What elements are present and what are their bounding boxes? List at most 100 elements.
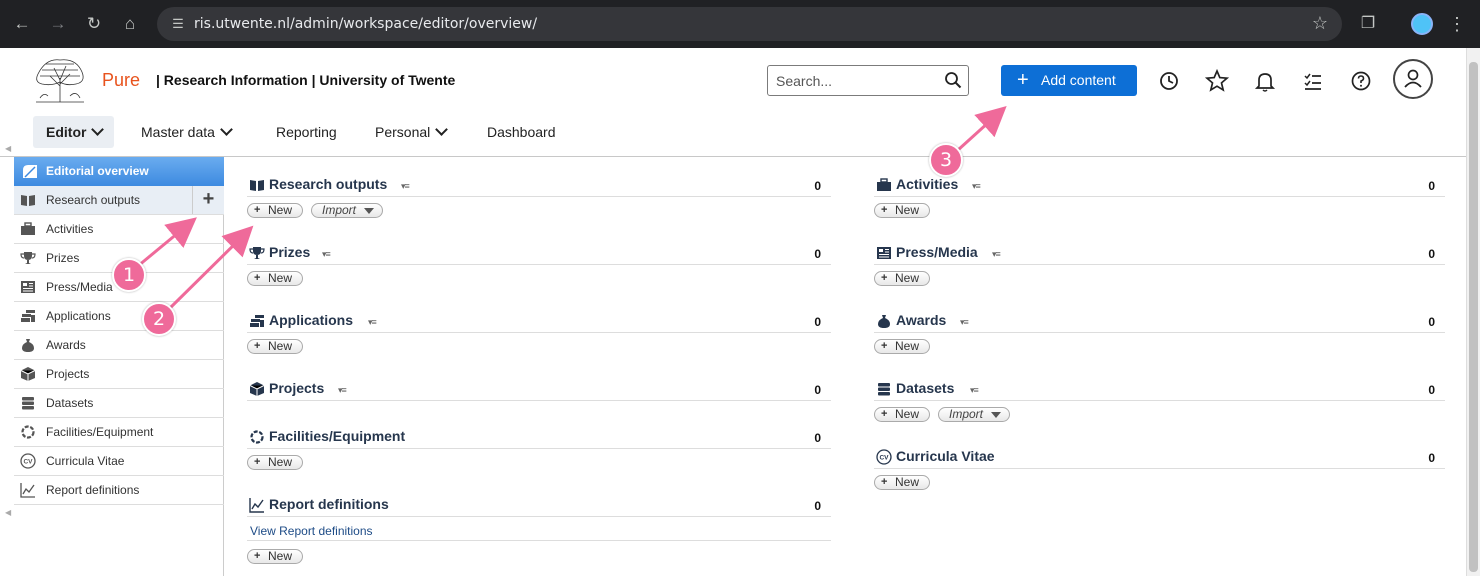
- nav-editor[interactable]: Editor: [33, 116, 115, 148]
- svg-text:CV: CV: [23, 459, 33, 466]
- extensions-icon[interactable]: ❐: [1356, 12, 1380, 36]
- favorites-star-icon[interactable]: [1204, 68, 1230, 94]
- sort-icon[interactable]: ▾≡: [992, 249, 1001, 260]
- new-report-definition-button[interactable]: + New: [247, 549, 304, 564]
- search-input[interactable]: [768, 66, 938, 95]
- sort-icon[interactable]: ▾≡: [401, 181, 410, 192]
- section-count: 0: [1428, 383, 1435, 397]
- sort-icon[interactable]: ▾≡: [960, 317, 969, 328]
- section-title[interactable]: Datasets: [896, 380, 954, 396]
- sidebar-item-awards[interactable]: Awards: [14, 331, 224, 360]
- book-icon: [21, 195, 35, 206]
- section-count: 0: [814, 383, 821, 397]
- sort-icon[interactable]: ▾≡: [970, 385, 979, 396]
- import-dataset-dropdown[interactable]: Import: [938, 407, 1011, 422]
- page-scrollbar[interactable]: [1466, 48, 1480, 576]
- section-title[interactable]: Report definitions: [269, 496, 389, 512]
- sidebar-item-report-definitions[interactable]: Report definitions: [14, 476, 224, 505]
- trophy-icon: [20, 252, 36, 264]
- import-research-output-dropdown[interactable]: Import: [311, 203, 384, 218]
- search-icon[interactable]: [944, 71, 962, 89]
- elsevier-tree-logo: [32, 56, 88, 104]
- section-count: 0: [814, 315, 821, 329]
- sidebar-item-label: Curricula Vitae: [46, 454, 125, 468]
- new-press-media-button[interactable]: + New: [874, 271, 931, 286]
- new-award-button[interactable]: + New: [874, 339, 931, 354]
- cube-icon: [249, 382, 265, 396]
- section-title[interactable]: Projects: [269, 380, 324, 396]
- user-avatar-button[interactable]: [1393, 59, 1433, 99]
- add-content-label: Add content: [1041, 72, 1116, 88]
- sidebar-item-applications[interactable]: Applications: [14, 302, 224, 331]
- app-header: Pure | Research Information | University…: [0, 48, 1466, 157]
- nav-master-data[interactable]: Master data: [141, 116, 233, 148]
- cube-icon: [20, 367, 36, 381]
- sort-icon[interactable]: ▾≡: [972, 181, 981, 192]
- section-count: 0: [814, 499, 821, 513]
- sidebar-item-projects[interactable]: Projects: [14, 360, 224, 389]
- sidebar-item-research-outputs[interactable]: Research outputs +: [14, 186, 224, 215]
- kebab-menu-icon[interactable]: ⋮: [1448, 12, 1466, 36]
- sidebar-item-facilities[interactable]: Facilities/Equipment: [14, 418, 224, 447]
- section-title[interactable]: Activities: [896, 176, 958, 192]
- sidebar-item-curricula-vitae[interactable]: CV Curricula Vitae: [14, 447, 224, 476]
- ring-icon: [21, 425, 35, 439]
- sidebar-heading[interactable]: Editorial overview: [14, 157, 224, 186]
- sidebar-heading-label: Editorial overview: [46, 164, 149, 178]
- section-title[interactable]: Awards: [896, 312, 946, 328]
- new-prize-button[interactable]: + New: [247, 271, 304, 286]
- add-research-output-button[interactable]: +: [192, 186, 224, 214]
- address-bar[interactable]: ☰ ris.utwente.nl/admin/workspace/editor/…: [157, 7, 1342, 41]
- forward-icon[interactable]: →: [46, 12, 70, 36]
- sort-icon[interactable]: ▾≡: [368, 317, 377, 328]
- chevron-down-icon: [220, 123, 233, 136]
- nav-master-data-label: Master data: [141, 124, 215, 140]
- sidebar-item-label: Activities: [46, 222, 94, 236]
- sort-icon[interactable]: ▾≡: [338, 385, 347, 396]
- profile-avatar[interactable]: [1411, 13, 1433, 35]
- briefcase-icon: [21, 222, 35, 235]
- cv-icon: CV: [876, 449, 892, 465]
- scrollbar-thumb[interactable]: [1469, 62, 1478, 572]
- collapse-sidebar-icon[interactable]: ◀: [5, 508, 11, 517]
- new-facility-button[interactable]: + New: [247, 455, 304, 470]
- section-title[interactable]: Curricula Vitae: [896, 448, 995, 464]
- collapse-sidebar-icon[interactable]: ◀: [5, 144, 11, 153]
- task-list-icon[interactable]: [1300, 68, 1326, 94]
- reload-icon[interactable]: ↻: [82, 12, 106, 36]
- divider: [247, 540, 831, 541]
- url-text[interactable]: ris.utwente.nl/admin/workspace/editor/ov…: [194, 16, 537, 32]
- bell-icon[interactable]: [1252, 68, 1278, 94]
- new-dataset-button[interactable]: + New: [874, 407, 931, 422]
- brand-name[interactable]: Pure: [102, 70, 140, 91]
- back-icon[interactable]: ←: [10, 12, 34, 36]
- section-title[interactable]: Applications: [269, 312, 353, 328]
- home-icon[interactable]: ⌂: [118, 12, 142, 36]
- section-title[interactable]: Press/Media: [896, 244, 978, 260]
- sidebar-item-datasets[interactable]: Datasets: [14, 389, 224, 418]
- nav-dashboard[interactable]: Dashboard: [487, 116, 556, 148]
- section-title[interactable]: Research outputs: [269, 176, 387, 192]
- section-title[interactable]: Facilities/Equipment: [269, 428, 405, 444]
- chevron-down-icon: [435, 123, 449, 136]
- help-icon[interactable]: [1348, 68, 1374, 94]
- sort-icon[interactable]: ▾≡: [322, 249, 331, 260]
- nav-reporting[interactable]: Reporting: [276, 116, 337, 148]
- plus-icon: +: [1017, 69, 1029, 91]
- site-settings-icon[interactable]: ☰: [169, 15, 187, 33]
- nav-personal-label: Personal: [375, 124, 431, 140]
- new-curriculum-vitae-button[interactable]: + New: [874, 475, 931, 490]
- sidebar-item-activities[interactable]: Activities: [14, 215, 224, 244]
- add-content-button[interactable]: + Add content: [1001, 65, 1137, 96]
- view-report-definitions-link[interactable]: View Report definitions: [250, 524, 373, 538]
- nav-personal[interactable]: Personal: [375, 116, 449, 148]
- new-activity-button[interactable]: + New: [874, 203, 931, 218]
- new-research-output-button[interactable]: + New: [247, 203, 304, 218]
- brand-subtitle: | Research Information | University of T…: [156, 72, 456, 88]
- history-icon[interactable]: [1156, 68, 1182, 94]
- section-title[interactable]: Prizes: [269, 244, 310, 260]
- bookmark-star-icon[interactable]: ☆: [1312, 13, 1328, 34]
- sidebar-item-label: Datasets: [46, 396, 94, 410]
- new-application-button[interactable]: + New: [247, 339, 304, 354]
- dropdown-arrow-icon: [991, 412, 1002, 418]
